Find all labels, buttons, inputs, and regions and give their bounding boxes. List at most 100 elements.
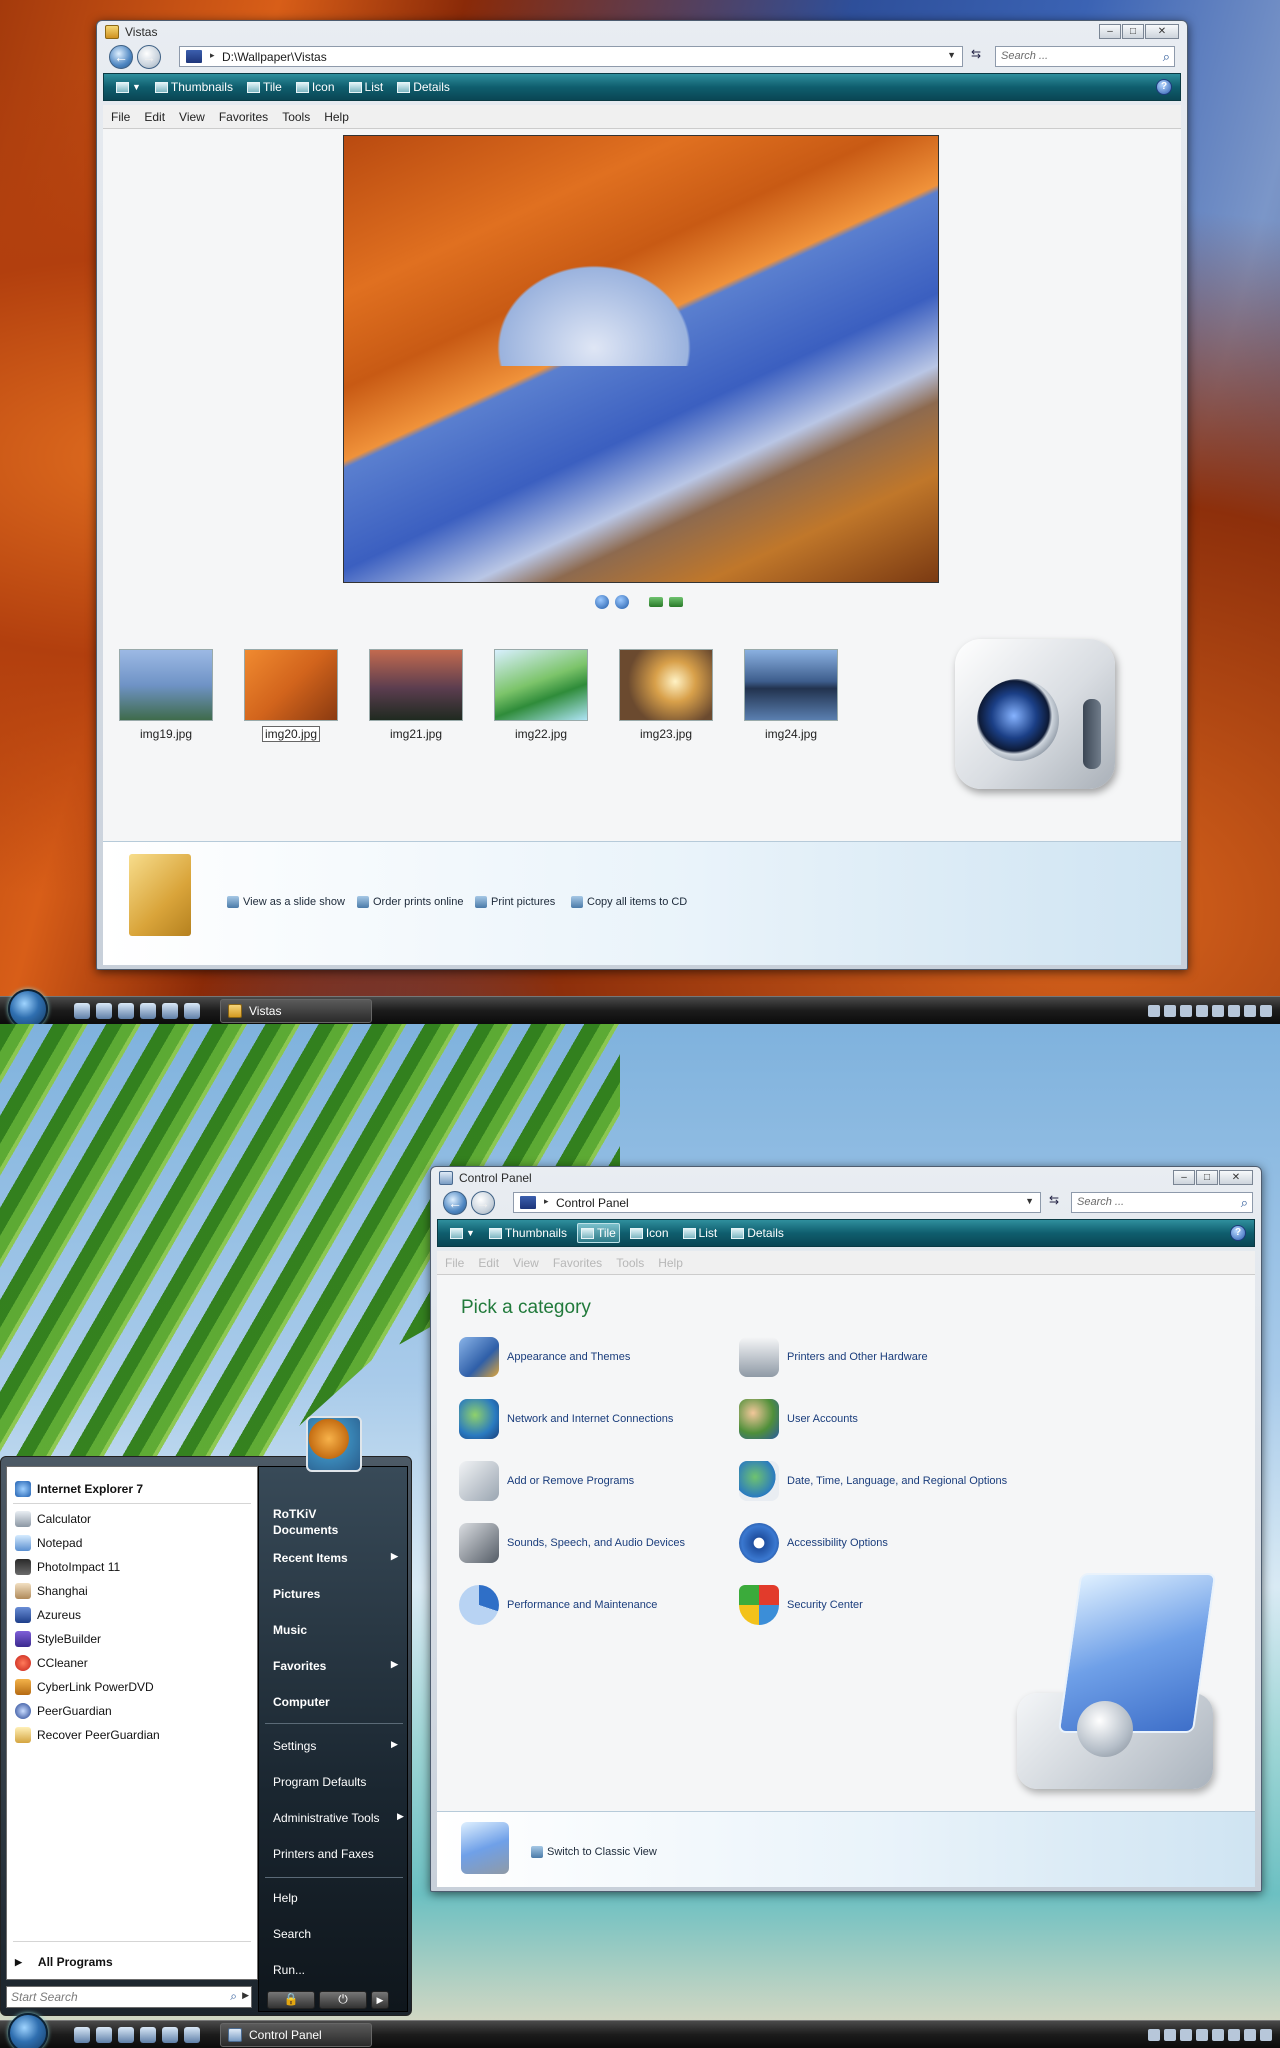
tray-update-icon[interactable] (1196, 2029, 1208, 2041)
places-printers-faxes[interactable]: Printers and Faxes (273, 1847, 374, 1861)
menu-tools[interactable]: Tools (616, 1256, 644, 1274)
previous-image-icon[interactable] (595, 595, 609, 609)
window-titlebar[interactable]: Vistas – □ ✕ (97, 21, 1187, 43)
winamp-icon[interactable] (162, 2027, 178, 2043)
category-printers[interactable]: Printers and Other Hardware (739, 1337, 928, 1377)
maximize-button[interactable]: □ (1196, 1170, 1218, 1185)
places-administrative-tools[interactable]: Administrative Tools ▶ (273, 1811, 404, 1825)
task-order-prints[interactable]: Order prints online (357, 896, 464, 908)
toolbar-list[interactable]: List (679, 1223, 722, 1243)
program-peerguardian[interactable]: PeerGuardian (15, 1703, 112, 1719)
start-search-input[interactable]: Start Search ⌕ ▶ (6, 1986, 252, 2008)
media-player-icon[interactable] (118, 2027, 134, 2043)
places-run[interactable]: Run... (273, 1963, 305, 1977)
toolbar-thumbnails[interactable]: Thumbnails (151, 77, 237, 97)
places-program-defaults[interactable]: Program Defaults (273, 1775, 366, 1789)
maximize-button[interactable]: □ (1122, 24, 1144, 39)
show-desktop-icon[interactable] (74, 1003, 90, 1019)
rotate-left-icon[interactable] (649, 597, 663, 607)
pinned-internet-explorer[interactable]: Internet Explorer 7 (15, 1481, 143, 1497)
menu-favorites[interactable]: Favorites (219, 110, 268, 128)
toolbar-details[interactable]: Details (393, 77, 454, 97)
forward-button[interactable]: → (137, 45, 161, 69)
chevron-down-icon[interactable]: ▼ (1025, 1196, 1034, 1206)
minimize-button[interactable]: – (1173, 1170, 1195, 1185)
program-notepad[interactable]: Notepad (15, 1535, 82, 1551)
thumbnail-img23[interactable] (619, 649, 713, 721)
show-desktop-icon[interactable] (74, 2027, 90, 2043)
window-titlebar[interactable]: Control Panel – □ ✕ (431, 1167, 1261, 1189)
category-security[interactable]: Security Center (739, 1585, 863, 1625)
program-stylebuilder[interactable]: StyleBuilder (15, 1631, 101, 1647)
tray-arrow-icon[interactable] (1148, 2029, 1160, 2041)
start-orb-icon[interactable] (8, 2013, 48, 2048)
eject-icon[interactable] (184, 2027, 200, 2043)
category-date-time[interactable]: Date, Time, Language, and Regional Optio… (739, 1461, 1007, 1501)
task-print-pictures[interactable]: Print pictures (475, 896, 555, 908)
menu-help[interactable]: Help (658, 1256, 683, 1274)
views-button[interactable]: ▼ (112, 79, 145, 96)
shutdown-options-arrow-icon[interactable]: ▶ (371, 1991, 389, 2009)
lock-icon[interactable]: 🔒 (267, 1991, 315, 2009)
tray-shield-icon[interactable] (1180, 1005, 1192, 1017)
user-name[interactable]: RoTKiV (273, 1507, 316, 1521)
menu-view[interactable]: View (513, 1256, 539, 1274)
thumbnail-img24[interactable] (744, 649, 838, 721)
taskbar-button-control-panel[interactable]: Control Panel (220, 2023, 372, 2047)
tray-arrow-icon[interactable] (1148, 1005, 1160, 1017)
toolbar-icon[interactable]: Icon (292, 77, 339, 97)
tray-gear-icon[interactable] (1212, 2029, 1224, 2041)
thumbnail-label[interactable]: img23.jpg (611, 727, 721, 741)
toolbar-icon[interactable]: Icon (626, 1223, 673, 1243)
task-switch-classic-view[interactable]: Switch to Classic View (531, 1846, 657, 1858)
category-appearance[interactable]: Appearance and Themes (459, 1337, 630, 1377)
menu-file[interactable]: File (445, 1256, 464, 1274)
media-player-icon[interactable] (118, 1003, 134, 1019)
menu-edit[interactable]: Edit (144, 110, 165, 128)
switch-windows-icon[interactable] (140, 2027, 156, 2043)
refresh-icon[interactable]: ⇆ (967, 47, 985, 65)
tray-network-icon[interactable] (1164, 2029, 1176, 2041)
thumbnail-label-selected[interactable]: img20.jpg (236, 726, 346, 742)
thumbnail-label[interactable]: img21.jpg (361, 727, 471, 741)
places-settings[interactable]: Settings ▶ (273, 1739, 398, 1753)
address-bar[interactable]: ▸ D:\Wallpaper\Vistas ▼ (179, 46, 963, 67)
tray-volume-icon[interactable] (1244, 2029, 1256, 2041)
tray-update-icon[interactable] (1196, 1005, 1208, 1017)
search-icon[interactable]: ⌕ (230, 1989, 237, 2004)
program-azureus[interactable]: Azureus (15, 1607, 81, 1623)
category-performance[interactable]: Performance and Maintenance (459, 1585, 657, 1625)
task-slideshow[interactable]: View as a slide show (227, 896, 345, 908)
start-orb-icon[interactable] (8, 989, 48, 1029)
menu-help[interactable]: Help (324, 110, 349, 128)
places-computer[interactable]: Computer (273, 1695, 330, 1709)
thumbnail-img22[interactable] (494, 649, 588, 721)
program-photoimpact[interactable]: PhotoImpact 11 (15, 1559, 120, 1575)
program-ccleaner[interactable]: CCleaner (15, 1655, 88, 1671)
internet-explorer-icon[interactable] (96, 2027, 112, 2043)
taskbar-button-vistas[interactable]: Vistas (220, 999, 372, 1023)
refresh-icon[interactable]: ⇆ (1045, 1193, 1063, 1211)
tray-volume-icon[interactable] (1244, 1005, 1256, 1017)
category-network[interactable]: Network and Internet Connections (459, 1399, 673, 1439)
tray-shield-icon[interactable] (1180, 2029, 1192, 2041)
toolbar-tile[interactable]: Tile (243, 77, 286, 97)
thumbnail-label[interactable]: img24.jpg (736, 727, 846, 741)
places-favorites[interactable]: Favorites ▶ (273, 1659, 398, 1673)
task-copy-to-cd[interactable]: Copy all items to CD (571, 896, 687, 908)
search-input[interactable]: Search ... ⌕ (995, 46, 1175, 67)
back-button[interactable]: ← (443, 1191, 467, 1215)
category-user-accounts[interactable]: User Accounts (739, 1399, 858, 1439)
avatar[interactable] (306, 1416, 362, 1472)
program-powerdvd[interactable]: CyberLink PowerDVD (15, 1679, 154, 1695)
category-accessibility[interactable]: Accessibility Options (739, 1523, 888, 1563)
thumbnail-label[interactable]: img22.jpg (486, 727, 596, 741)
search-icon[interactable]: ⌕ (1241, 1195, 1248, 1211)
thumbnail-img20[interactable] (244, 649, 338, 721)
chevron-down-icon[interactable]: ▼ (947, 50, 956, 60)
next-image-icon[interactable] (615, 595, 629, 609)
search-icon[interactable]: ⌕ (1163, 49, 1170, 65)
places-recent-items[interactable]: Recent Items ▶ (273, 1551, 398, 1565)
thumbnail-img21[interactable] (369, 649, 463, 721)
thumbnail-label[interactable]: img19.jpg (111, 727, 221, 741)
